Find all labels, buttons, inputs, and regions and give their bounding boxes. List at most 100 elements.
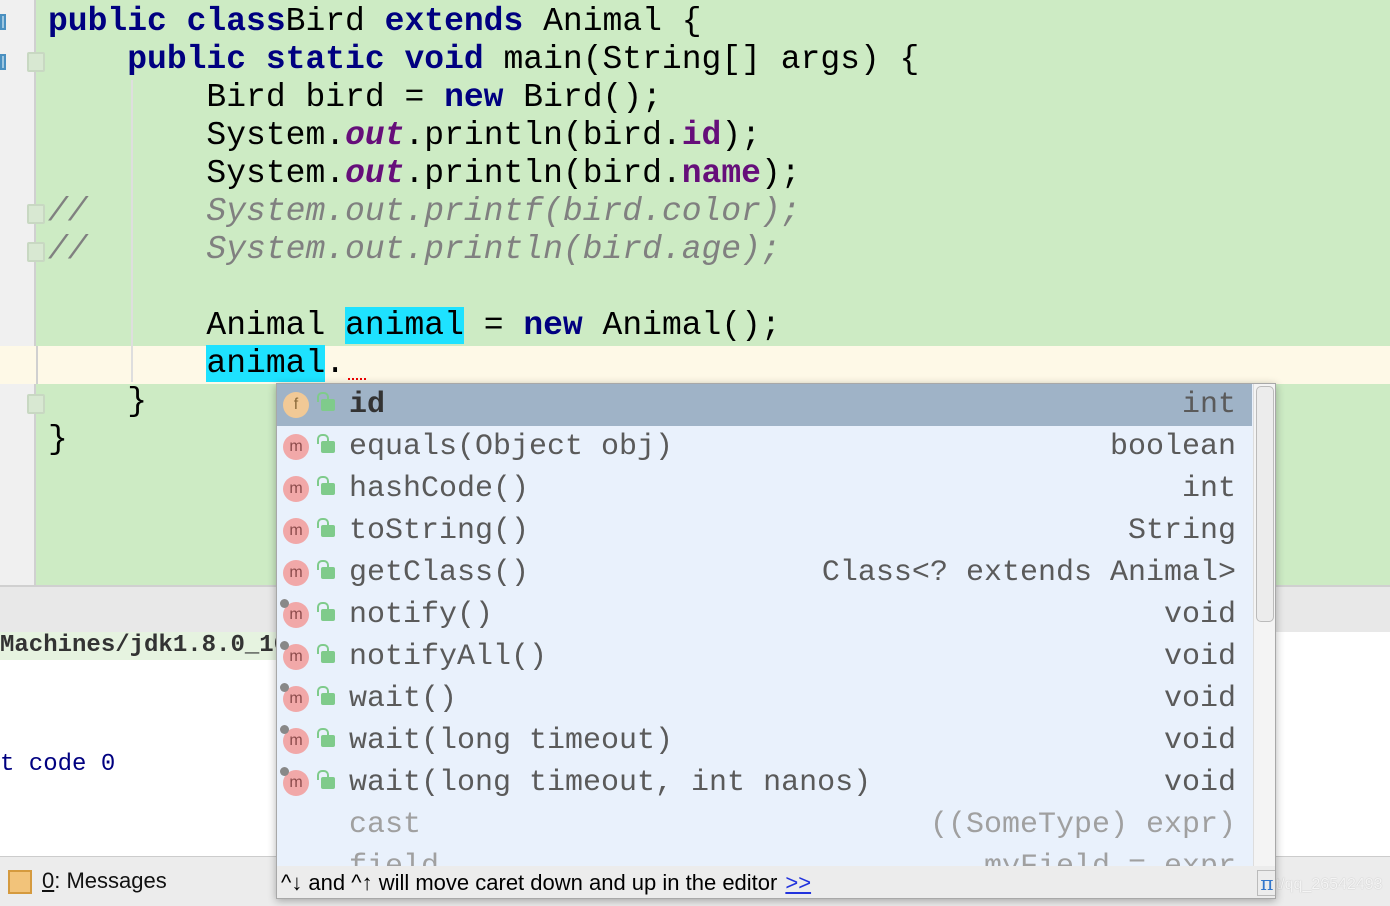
scrollbar-thumb[interactable] xyxy=(1256,386,1274,622)
public-access-icon xyxy=(317,686,335,705)
method-icon: m xyxy=(283,518,309,544)
code-token: . xyxy=(325,345,346,382)
code-line: Bird bird = new Bird(); xyxy=(48,79,662,117)
code-token: .println(bird. xyxy=(404,117,682,154)
method-icon: m xyxy=(280,641,309,670)
completion-item[interactable]: m wait(long timeout) void xyxy=(277,720,1252,762)
code-token: id xyxy=(681,117,722,154)
item-name: wait(long timeout, int nanos) xyxy=(349,766,872,800)
code-token: new xyxy=(523,307,583,344)
public-access-icon xyxy=(317,518,335,537)
public-access-icon xyxy=(317,434,335,453)
completion-item[interactable]: m notify() void xyxy=(277,594,1252,636)
completion-item[interactable]: m getClass() Class<? extends Animal> xyxy=(277,552,1252,594)
messages-tab[interactable]: 0: Messages xyxy=(42,866,167,896)
code-token: new xyxy=(444,79,504,116)
highlighted-identifier: animal xyxy=(345,307,464,344)
fold-icon[interactable] xyxy=(27,242,45,262)
item-type: void xyxy=(1163,598,1236,632)
code-line: public classBird extends Animal { xyxy=(48,3,702,41)
code-token: } xyxy=(48,383,148,420)
completion-item[interactable]: cast ((SomeType) expr) xyxy=(277,804,1252,846)
fold-icon[interactable] xyxy=(27,52,45,72)
code-token: out xyxy=(345,155,405,192)
completion-item[interactable]: m wait(long timeout, int nanos) void xyxy=(277,762,1252,804)
code-token: Animal xyxy=(48,307,346,344)
code-line: // System.out.printf(bird.color); xyxy=(48,193,801,231)
item-name: wait() xyxy=(349,682,458,716)
code-token: .println(bird. xyxy=(404,155,682,192)
method-icon: m xyxy=(280,767,309,796)
code-line: // System.out.println(bird.age); xyxy=(48,231,781,269)
console-exit-line: t code 0 xyxy=(0,751,116,778)
hint-text: ^↓ and ^↑ will move caret down and up in… xyxy=(281,870,778,895)
completion-popup: f id int m equals(Object obj) boolean m hashCod… xyxy=(276,383,1276,899)
error-squiggle xyxy=(348,376,366,380)
completion-item[interactable]: m notifyAll() void xyxy=(277,636,1252,678)
public-access-icon xyxy=(317,476,335,495)
method-icon: m xyxy=(283,560,309,586)
item-name: cast xyxy=(349,808,422,842)
code-token: ); xyxy=(760,155,801,192)
code-line: } xyxy=(48,383,147,421)
public-access-icon xyxy=(317,602,335,621)
bookmark-icon[interactable] xyxy=(0,14,6,30)
code-token: Bird(); xyxy=(503,79,662,116)
code-line: System.out.println(bird.name); xyxy=(48,155,801,193)
completion-item[interactable]: m equals(Object obj) boolean xyxy=(277,426,1252,468)
item-name: hashCode() xyxy=(349,472,530,506)
code-line: Animal animal = new Animal(); xyxy=(48,307,781,345)
code-token: } xyxy=(48,421,68,458)
item-type: Class<? extends Animal> xyxy=(821,556,1236,590)
completion-item[interactable]: m wait() void xyxy=(277,678,1252,720)
code-token: Animal { xyxy=(523,3,702,40)
item-type: int xyxy=(1181,472,1236,506)
code-token: // System.out.printf(bird.color); xyxy=(48,193,801,230)
code-token: public class xyxy=(48,3,286,40)
completion-item[interactable]: m toString() String xyxy=(277,510,1252,552)
item-type: int xyxy=(1181,388,1236,422)
code-token: out xyxy=(345,117,405,154)
item-type: void xyxy=(1163,682,1236,716)
item-type: void xyxy=(1163,640,1236,674)
code-token: System. xyxy=(48,155,346,192)
code-token: extends xyxy=(364,3,524,40)
completion-item[interactable]: m hashCode() int xyxy=(277,468,1252,510)
messages-label: : Messages xyxy=(54,868,167,893)
code-token: public static void xyxy=(127,41,484,78)
code-token: Bird xyxy=(285,3,365,40)
code-token: System. xyxy=(48,117,346,154)
method-icon: m xyxy=(283,434,309,460)
code-token: main(String[] args) { xyxy=(483,41,920,78)
hint-more-link[interactable]: >> xyxy=(785,870,811,895)
console-path-line: Machines/jdk1.8.0_16 xyxy=(0,632,290,660)
public-access-icon xyxy=(317,728,335,747)
popup-scrollbar[interactable] xyxy=(1253,384,1275,868)
messages-icon[interactable] xyxy=(8,870,32,894)
editor-gutter xyxy=(0,0,36,585)
item-name: toString() xyxy=(349,514,530,548)
code-line: System.out.println(bird.id); xyxy=(48,117,761,155)
fold-icon[interactable] xyxy=(27,204,45,224)
bookmark-icon[interactable] xyxy=(0,54,6,70)
public-access-icon xyxy=(317,392,335,411)
code-token: ); xyxy=(721,117,761,154)
code-token: // System.out.println(bird.age); xyxy=(48,231,781,268)
code-line: animal. xyxy=(48,345,345,383)
item-type: boolean xyxy=(1109,430,1236,464)
completion-item[interactable]: f id int xyxy=(277,384,1252,426)
item-type: String xyxy=(1127,514,1236,548)
item-type: void xyxy=(1163,724,1236,758)
item-name: id xyxy=(349,388,386,422)
item-name: equals(Object obj) xyxy=(349,430,674,464)
popup-hint: ^↓ and ^↑ will move caret down and up in… xyxy=(277,866,1275,898)
fold-icon[interactable] xyxy=(27,394,45,414)
item-name: notifyAll() xyxy=(349,640,548,674)
code-token: = xyxy=(463,307,524,344)
public-access-icon xyxy=(317,770,335,789)
item-name: notify() xyxy=(349,598,494,632)
method-icon: m xyxy=(280,599,309,628)
pi-icon[interactable]: π xyxy=(1257,870,1275,896)
